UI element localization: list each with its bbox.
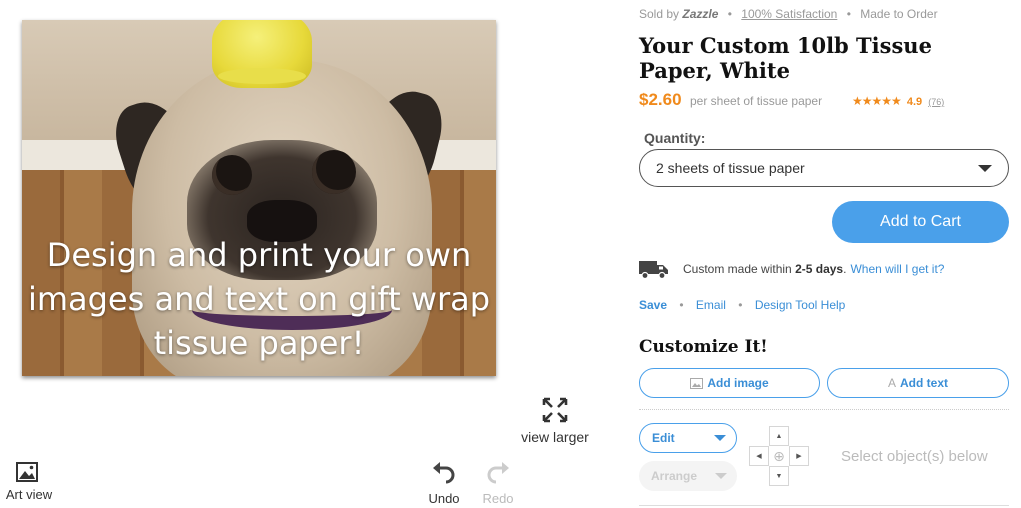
image-icon — [16, 462, 38, 482]
art-view-label: Art view — [5, 487, 53, 502]
art-view-button[interactable]: Art view — [0, 462, 58, 504]
quantity-select[interactable]: 2 sheets of tissue paper — [639, 149, 1009, 187]
product-title: Your Custom 10lb Tissue Paper, White — [639, 33, 932, 83]
view-larger-button[interactable]: view larger — [515, 397, 595, 447]
edit-label: Edit — [652, 431, 675, 445]
undo-arrow-icon — [433, 462, 455, 484]
add-text-label: Add text — [900, 376, 948, 390]
separator-dot: • — [727, 7, 732, 21]
add-image-button[interactable]: Add image — [639, 368, 820, 398]
sold-by-label: Sold by — [639, 7, 680, 21]
satisfaction-link[interactable]: 100% Satisfaction — [741, 7, 837, 21]
redo-arrow-icon — [487, 462, 509, 484]
text-icon: A — [887, 376, 896, 390]
select-objects-hint: Select object(s) below — [841, 448, 988, 465]
section-divider — [639, 409, 1009, 410]
email-link[interactable]: Email — [696, 298, 726, 312]
nudge-left-button[interactable]: ◀ — [749, 446, 769, 466]
price-row: $2.60 per sheet of tissue paper — [639, 90, 822, 110]
price-value: $2.60 — [639, 90, 682, 109]
expand-arrows-icon — [542, 397, 568, 423]
chevron-down-icon — [715, 473, 727, 479]
seller-info: Sold by Zazzle • 100% Satisfaction • Mad… — [639, 7, 938, 21]
nudge-control: ▲ ◀ ⊕ ▶ ▼ — [749, 426, 809, 486]
separator-dot: • — [846, 7, 851, 21]
undo-button[interactable]: Undo — [423, 462, 465, 508]
price-unit: per sheet of tissue paper — [690, 94, 823, 108]
delivery-estimate-link[interactable]: When will I get it? — [850, 262, 944, 276]
undo-label: Undo — [428, 491, 460, 506]
add-to-cart-button[interactable]: Add to Cart — [832, 201, 1009, 243]
chevron-down-icon — [714, 435, 726, 441]
arrange-dropdown: Arrange — [639, 461, 737, 491]
shipping-window: 2-5 days — [795, 262, 844, 276]
quantity-selected-value: 2 sheets of tissue paper — [656, 160, 805, 176]
design-overlay-text[interactable]: Design and print your own images and tex… — [22, 233, 496, 365]
made-to-order-label: Made to Order — [860, 7, 938, 21]
rating-value: 4.9 — [906, 96, 923, 108]
pug-eye-left — [212, 155, 252, 195]
nudge-right-button[interactable]: ▶ — [789, 446, 809, 466]
nudge-down-button[interactable]: ▼ — [769, 466, 789, 486]
star-rating-icon: ★★★★★ — [852, 94, 902, 108]
design-tool-help-link[interactable]: Design Tool Help — [755, 298, 846, 312]
image-icon — [690, 377, 704, 389]
arrange-label: Arrange — [651, 469, 698, 483]
separator-dot: • — [679, 298, 684, 312]
pug-eye-right — [312, 150, 356, 194]
rubber-duck-base — [218, 68, 306, 84]
quantity-label: Quantity: — [644, 130, 706, 146]
shipping-prefix: Custom made within — [683, 262, 792, 276]
redo-label: Redo — [482, 491, 514, 506]
separator-dot: • — [738, 298, 743, 312]
truck-icon — [639, 261, 668, 279]
chevron-down-icon — [978, 164, 992, 172]
seller-brand[interactable]: Zazzle — [682, 7, 718, 21]
rating[interactable]: ★★★★★ 4.9 (76) — [852, 94, 944, 108]
add-text-button[interactable]: A Add text — [827, 368, 1009, 398]
move-crosshair-icon: ⊕ — [769, 446, 789, 466]
save-link[interactable]: Save — [639, 298, 667, 312]
review-count-link[interactable]: (76) — [928, 97, 944, 107]
shipping-text: Custom made within 2-5 days. — [683, 262, 846, 276]
redo-button[interactable]: Redo — [477, 462, 519, 508]
action-links: Save • Email • Design Tool Help — [639, 298, 845, 312]
shipping-info: Custom made within 2-5 days. When will I… — [639, 259, 944, 279]
edit-dropdown[interactable]: Edit — [639, 423, 737, 453]
nudge-up-button[interactable]: ▲ — [769, 426, 789, 446]
view-larger-label: view larger — [521, 429, 589, 445]
customize-heading: Customize It! — [639, 337, 768, 357]
shipping-suffix: . — [843, 262, 847, 276]
product-preview-image[interactable]: Design and print your own images and tex… — [22, 20, 496, 376]
bottom-divider — [639, 505, 1009, 506]
add-image-label: Add image — [707, 376, 769, 390]
